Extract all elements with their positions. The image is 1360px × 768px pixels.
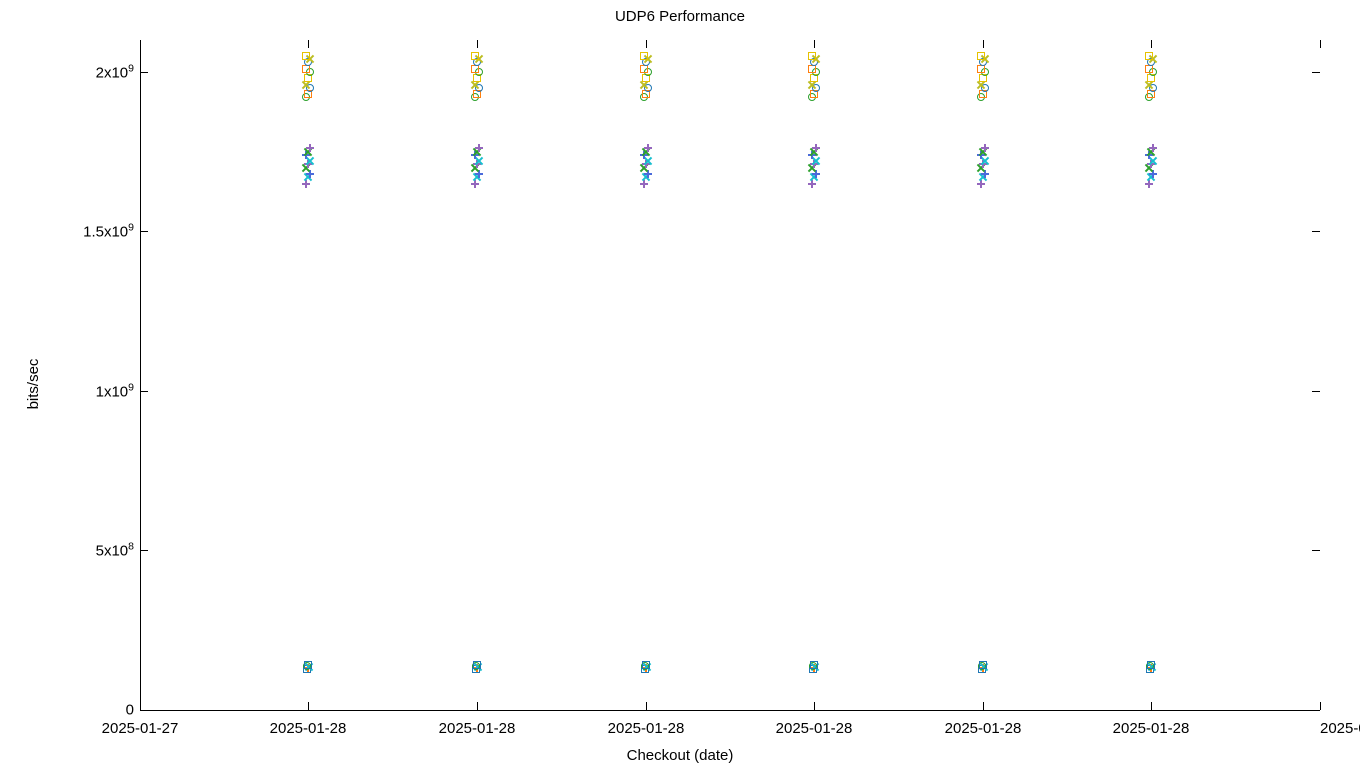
ytick-2e9: 2x109: [96, 63, 134, 82]
xtick-label: 2025-01-28: [1320, 720, 1360, 737]
x-axis-label: Checkout (date): [0, 747, 1360, 764]
ytick-mark: [140, 391, 148, 392]
ytick-mark: [140, 710, 148, 711]
xtick-mark: [308, 702, 309, 710]
xtick-mark: [140, 702, 141, 710]
ytick-1e9: 1x109: [96, 382, 134, 401]
xtick-mark: [308, 40, 309, 48]
xtick-mark: [1151, 702, 1152, 710]
data-point: [1147, 661, 1155, 669]
data-point: [306, 144, 314, 152]
data-point: [808, 52, 816, 60]
ytick-mark: [1312, 391, 1320, 392]
data-point: [1149, 144, 1157, 152]
ytick-mark: [140, 550, 148, 551]
data-point: [810, 661, 818, 669]
xtick-label: 2025-01-28: [608, 720, 685, 737]
plot-area: [140, 40, 1320, 710]
data-point: [979, 661, 987, 669]
data-point: [471, 52, 479, 60]
data-point: [812, 144, 820, 152]
data-point: [977, 52, 985, 60]
data-point: [1145, 52, 1153, 60]
xtick-label: 2025-01-28: [776, 720, 853, 737]
xtick-mark: [1320, 702, 1321, 710]
x-axis: [140, 710, 1320, 711]
xtick-mark: [646, 40, 647, 48]
ytick-mark: [1312, 231, 1320, 232]
xtick-mark: [814, 702, 815, 710]
xtick-label: 2025-01-28: [1113, 720, 1190, 737]
xtick-label: 2025-01-28: [439, 720, 516, 737]
data-point: [642, 661, 650, 669]
xtick-mark: [983, 702, 984, 710]
xtick-label: 2025-01-28: [270, 720, 347, 737]
xtick-mark: [983, 40, 984, 48]
xtick-mark: [1320, 40, 1321, 48]
data-point: [981, 144, 989, 152]
xtick-label: 2025-01-28: [945, 720, 1022, 737]
data-point: [304, 661, 312, 669]
data-point: [644, 144, 652, 152]
xtick-mark: [477, 702, 478, 710]
data-point: [475, 144, 483, 152]
xtick-mark: [646, 702, 647, 710]
xtick-label: 2025-01-27: [102, 720, 179, 737]
ytick-mark: [1312, 550, 1320, 551]
data-point: [302, 52, 310, 60]
chart-title: UDP6 Performance: [0, 8, 1360, 25]
ytick-mark: [140, 72, 148, 73]
y-axis-label: bits/sec: [25, 359, 42, 410]
xtick-mark: [1151, 40, 1152, 48]
xtick-mark: [814, 40, 815, 48]
ytick-mark: [1312, 710, 1320, 711]
ytick-0: 0: [126, 702, 134, 719]
udp6-performance-chart: UDP6 Performance bits/sec Checkout (date…: [0, 0, 1360, 768]
y-axis: [140, 40, 141, 710]
data-point: [640, 52, 648, 60]
ytick-1.5e9: 1.5x109: [83, 222, 134, 241]
ytick-5e8: 5x108: [96, 541, 134, 560]
data-point: [473, 661, 481, 669]
xtick-mark: [477, 40, 478, 48]
ytick-mark: [140, 231, 148, 232]
ytick-mark: [1312, 72, 1320, 73]
